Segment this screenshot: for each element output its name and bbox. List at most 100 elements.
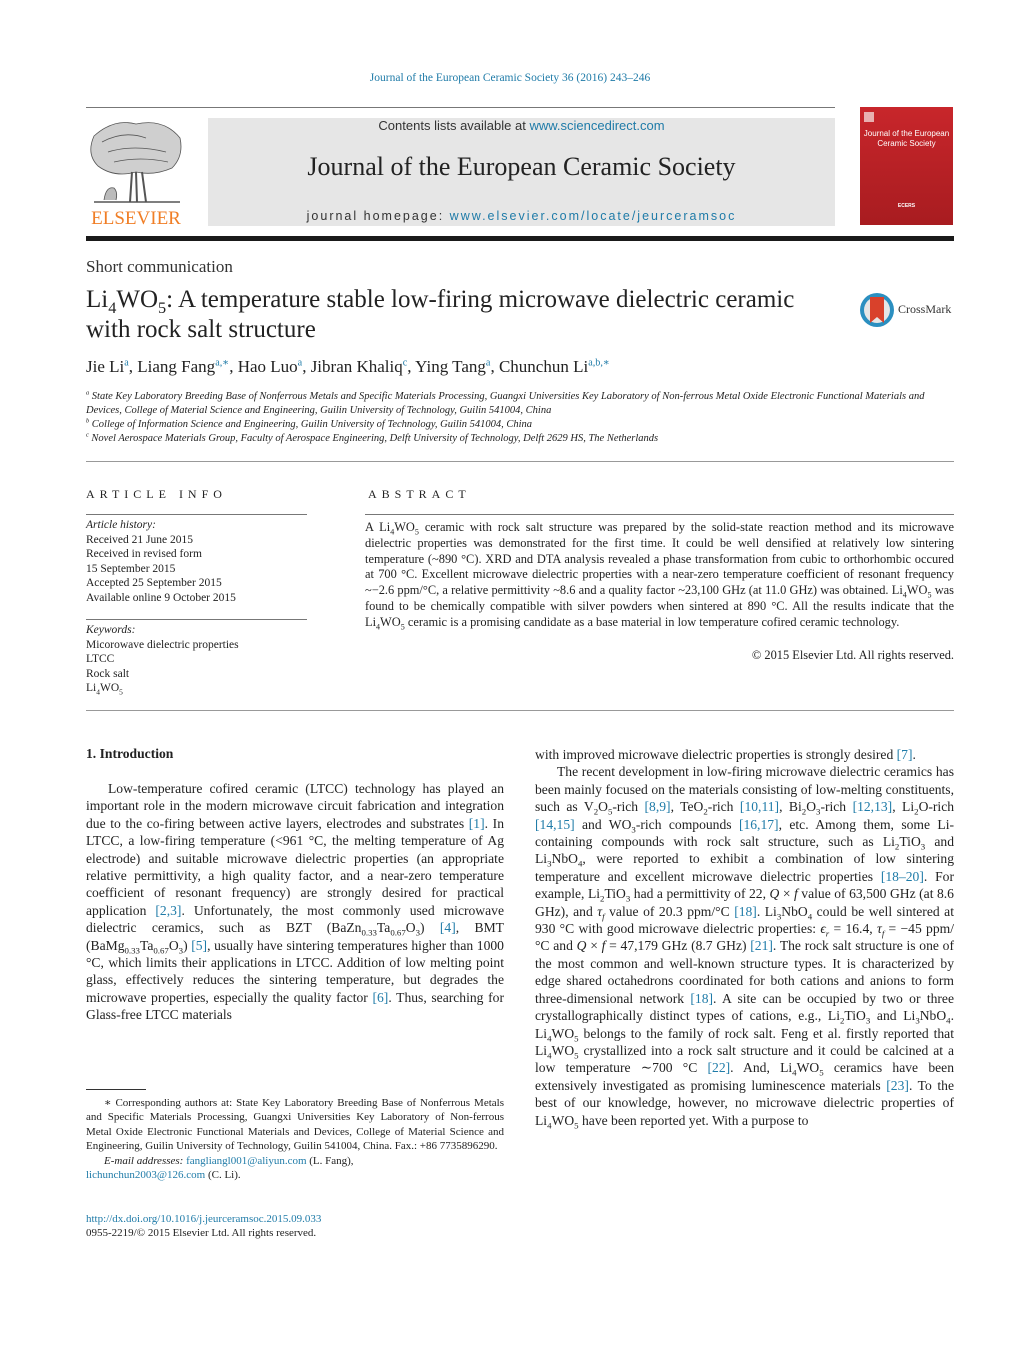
author-name: Jibran Khaliq [310,357,403,376]
history-label: Article history: [86,519,156,531]
author-affiliation-mark[interactable]: a,b,∗ [588,357,610,368]
doi-link[interactable]: http://dx.doi.org/10.1016/j.jeurceramsoc… [86,1213,321,1225]
journal-reference[interactable]: Journal of the European Ceramic Society … [0,72,1020,84]
title-text: : A temperature stable low-firing microw… [86,286,795,343]
abstract-part: ceramic with rock salt structure was pre… [365,520,954,598]
affiliation-text: Novel Aerospace Materials Group, Faculty… [91,433,659,444]
text: with improved microwave dielectric prope… [535,747,894,762]
citation-link[interactable]: [18] [690,991,713,1006]
citation-link[interactable]: [18] [734,904,757,919]
article-history: Article history: Received 21 June 2015 R… [86,518,236,605]
history-item: Received in revised form [86,548,202,560]
author-name: Liang Fang [137,357,216,376]
crossmark-button[interactable]: CrossMark [858,290,958,330]
citation-link[interactable]: [14,15] [535,817,575,832]
citation-link[interactable]: [4] [440,920,456,935]
affiliation-a: a State Key Laboratory Breeding Base of … [86,390,956,418]
keywords: Keywords: Micorowave dielectric properti… [86,623,239,696]
header-divider [86,236,954,241]
affiliation-key: c [86,431,89,439]
affiliation-b: b College of Information Science and Eng… [86,418,956,432]
article-type: Short communication [86,257,233,276]
citation-link[interactable]: [2,3] [155,903,181,918]
author-name: Jie Li [86,357,125,376]
citation-link[interactable]: [16,17] [739,817,779,832]
author[interactable]: Chunchun Lia,b,∗ [499,357,610,376]
history-item: Accepted 25 September 2015 [86,577,222,589]
history-item: Available online 9 October 2015 [86,591,236,604]
affiliation-key: b [86,417,90,425]
cover-publisher-icon [864,112,874,122]
citation-link[interactable]: [18–20] [881,869,924,884]
author-affiliation-mark[interactable]: a,∗ [215,357,229,368]
citation-link[interactable]: [10,11] [740,799,779,814]
elsevier-logo[interactable]: ELSEVIER [84,116,188,229]
author[interactable]: Jibran Khaliqc [311,357,408,376]
author-affiliation-mark[interactable]: a [486,357,491,368]
email-link[interactable]: lichunchun2003@126.com [86,1169,205,1181]
abstract-part: ceramic is a promising candidate as a ba… [407,614,900,629]
section-heading: 1. Introduction [86,746,174,761]
footnote-text: ∗ Corresponding authors at: State Key La… [86,1097,504,1153]
keyword: Micorowave dielectric properties [86,638,239,651]
divider [86,514,307,515]
citation-link[interactable]: [7] [897,747,913,762]
paragraph: The recent development in low-firing mic… [535,764,955,1131]
citation-link[interactable]: [1] [469,816,485,831]
author-affiliation-mark[interactable]: a [298,357,303,368]
title-formula-part: WO [116,286,158,313]
keyword: Rock salt [86,667,130,680]
elsevier-wordmark: ELSEVIER [91,208,181,228]
journal-homepage-link[interactable]: www.elsevier.com/locate/jeurceramsoc [450,209,737,223]
affiliation-c: c Novel Aerospace Materials Group, Facul… [86,432,956,446]
keyword-formula: Li4WO5 [86,682,123,697]
author[interactable]: Liang Fanga,∗ [137,357,229,376]
footnote-divider [86,1089,146,1090]
title-formula-sub: 5 [158,299,167,317]
citation-link[interactable]: [22] [708,1060,731,1075]
author-affiliation-mark[interactable]: a [124,357,129,368]
doi-block: http://dx.doi.org/10.1016/j.jeurceramsoc… [86,1212,321,1241]
email-owner: (L. Fang), [306,1154,354,1167]
affiliations: a State Key Laboratory Breeding Base of … [86,390,956,446]
divider [86,107,835,108]
author[interactable]: Hao Luoa [238,357,303,376]
keyword: LTCC [86,653,115,665]
article-info-heading: ARTICLE INFO [86,487,227,501]
divider [86,710,954,711]
author-name: Ying Tang [415,357,486,376]
citation-link[interactable]: [23] [886,1078,909,1093]
cover-society-mark: ECERS [897,203,916,209]
sciencedirect-link[interactable]: www.sciencedirect.com [529,118,664,133]
affiliation-text: College of Information Science and Engin… [91,419,533,430]
author-affiliation-mark[interactable]: c [403,357,408,368]
divider [365,514,954,515]
affiliation-text: State Key Laboratory Breeding Base of No… [86,391,925,416]
citation-link[interactable]: [8,9] [645,799,671,814]
text: Low-temperature cofired ceramic (LTCC) t… [86,781,504,831]
keywords-label: Keywords: [86,624,136,636]
author-name: Chunchun Li [498,357,589,376]
abstract-text: A Li4WO5 ceramic with rock salt structur… [365,520,954,632]
cover-title: Journal of the European Ceramic Society [863,129,950,148]
paragraph: with improved microwave dielectric prope… [535,747,916,762]
citation-link[interactable]: [12,13] [853,799,893,814]
journal-cover-thumbnail[interactable]: Journal of the European Ceramic Society … [860,107,953,225]
author[interactable]: Jie Lia [86,357,129,376]
abstract-copyright: © 2015 Elsevier Ltd. All rights reserved… [751,648,954,662]
contents-prefix: Contents lists available at [378,118,530,133]
affiliation-key: a [86,389,90,397]
email-link[interactable]: fangliangl001@aliyun.com [186,1155,306,1167]
citation-link[interactable]: [6] [372,990,388,1005]
author-list: Jie Lia, Liang Fanga,∗, Hao Luoa, Jibran… [86,357,610,376]
citation-link[interactable]: [21] [750,938,773,953]
body-column-right: with improved microwave dielectric prope… [535,746,955,1131]
author[interactable]: Ying Tanga [415,357,490,376]
divider [86,461,954,462]
contents-line: Contents lists available at www.scienced… [208,118,835,133]
divider [86,619,307,620]
issn-copyright: 0955-2219/© 2015 Elsevier Ltd. All right… [86,1227,317,1240]
footnote-emails: E-mail addresses: fangliangl001@aliyun.c… [86,1154,504,1183]
article-title: Li4WO5: A temperature stable low-firing … [86,285,806,345]
citation-link[interactable]: [5] [191,938,207,953]
